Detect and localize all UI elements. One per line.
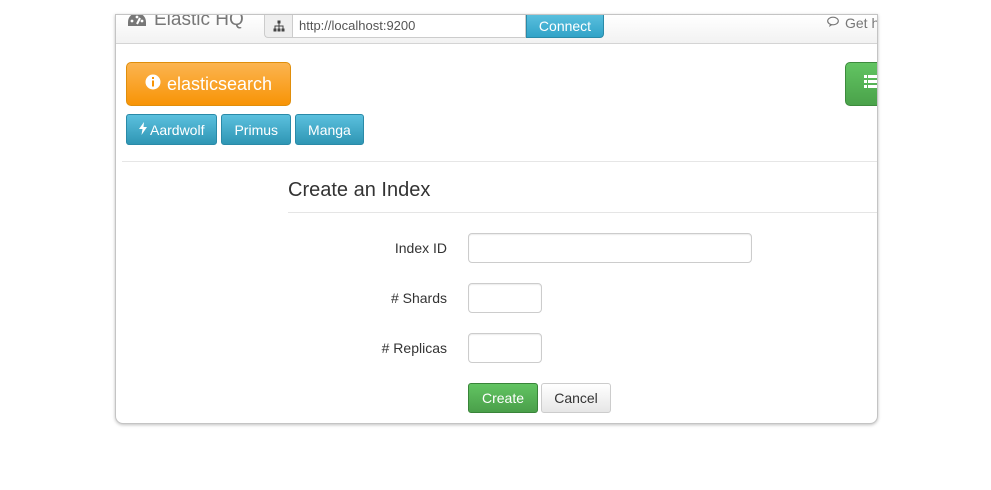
comments-icon: [827, 15, 841, 31]
node-button-aardwolf[interactable]: Aardwolf: [126, 114, 218, 145]
cluster-name-button[interactable]: elasticsearch: [126, 62, 291, 106]
index-id-label: Index ID: [394, 240, 447, 256]
bolt-icon: [139, 121, 147, 138]
top-navbar: Elastic HQ Connect: [116, 15, 877, 44]
sitemap-icon: [264, 15, 292, 38]
create-button[interactable]: Create: [468, 383, 538, 413]
shards-field[interactable]: [468, 283, 542, 313]
shards-label: # Shards: [390, 290, 447, 306]
node-label: Aardwolf: [150, 121, 205, 138]
brand[interactable]: Elastic HQ: [126, 14, 244, 31]
url-group: Connect: [264, 15, 604, 38]
page-title: Create an Index: [288, 179, 431, 201]
node-list: Aardwolf Primus Manga: [126, 114, 364, 145]
replicas-field[interactable]: [468, 333, 542, 363]
node-label: Manga: [308, 121, 351, 138]
title-divider: [288, 212, 877, 213]
info-icon: [145, 74, 161, 95]
index-id-field[interactable]: [468, 233, 752, 263]
app-window: Elastic HQ Connect: [115, 14, 878, 424]
help-label: Get h: [845, 15, 878, 31]
divider: [122, 161, 877, 162]
dashboard-icon: [126, 15, 148, 29]
cluster-name: elasticsearch: [166, 73, 273, 94]
node-button-manga[interactable]: Manga: [295, 114, 364, 145]
replicas-label: # Replicas: [381, 340, 447, 356]
help-link[interactable]: Get h: [827, 15, 878, 31]
node-label: Primus: [234, 121, 279, 138]
cancel-button[interactable]: Cancel: [541, 383, 611, 413]
cluster-list-button[interactable]: [845, 62, 877, 106]
url-input[interactable]: [292, 15, 526, 38]
node-button-primus[interactable]: Primus: [221, 114, 292, 145]
list-icon: [864, 75, 877, 93]
connect-button[interactable]: Connect: [526, 15, 604, 38]
brand-title: Elastic HQ: [154, 14, 244, 30]
